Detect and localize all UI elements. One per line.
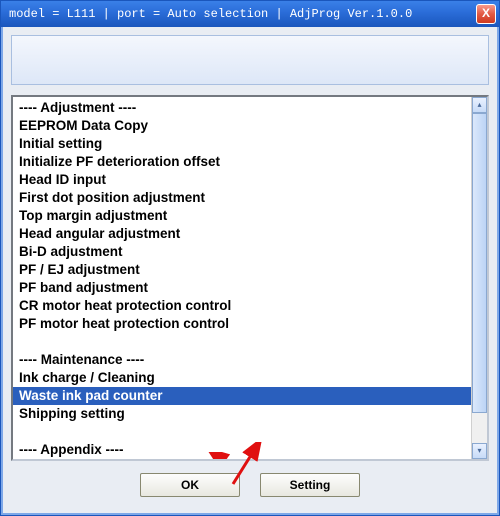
list-item[interactable]: PF motor heat protection control — [17, 315, 471, 333]
list-item[interactable]: ---- Maintenance ---- — [17, 351, 471, 369]
scroll-down-button[interactable]: ▾ — [472, 443, 487, 459]
scrollbar[interactable]: ▴ ▾ — [471, 97, 487, 459]
list-item[interactable]: CR motor heat protection control — [17, 297, 471, 315]
button-row: OK Setting — [11, 469, 489, 501]
list-item[interactable]: Top margin adjustment — [17, 207, 471, 225]
list-item[interactable]: Ink charge / Cleaning — [17, 369, 471, 387]
ok-button[interactable]: OK — [140, 473, 240, 497]
close-icon[interactable]: X — [476, 4, 496, 24]
list-item — [17, 333, 471, 351]
list-item[interactable]: Bi-D adjustment — [17, 243, 471, 261]
client-area: ---- Adjustment ----EEPROM Data CopyInit… — [1, 27, 499, 515]
list-item[interactable]: Waste ink pad counter — [13, 387, 471, 405]
list-item[interactable]: Shipping setting — [17, 405, 471, 423]
list-item[interactable]: Initialize PF deterioration offset — [17, 153, 471, 171]
list-item[interactable]: Initial setting — [17, 135, 471, 153]
setting-button[interactable]: Setting — [260, 473, 360, 497]
list-item[interactable]: PF band adjustment — [17, 279, 471, 297]
titlebar[interactable]: model = L111 | port = Auto selection | A… — [1, 1, 499, 27]
list-item[interactable]: EEPROM Data Copy — [17, 117, 471, 135]
list-item[interactable]: ---- Appendix ---- — [17, 441, 471, 459]
list-item[interactable]: Head angular adjustment — [17, 225, 471, 243]
app-window: model = L111 | port = Auto selection | A… — [0, 0, 500, 516]
scroll-thumb[interactable] — [472, 113, 487, 413]
scroll-up-button[interactable]: ▴ — [472, 97, 487, 113]
top-panel — [11, 35, 489, 85]
list-item[interactable]: Head ID input — [17, 171, 471, 189]
list-items[interactable]: ---- Adjustment ----EEPROM Data CopyInit… — [13, 97, 471, 459]
listbox: ---- Adjustment ----EEPROM Data CopyInit… — [11, 95, 489, 461]
list-item[interactable]: ---- Adjustment ---- — [17, 99, 471, 117]
list-item[interactable]: PF / EJ adjustment — [17, 261, 471, 279]
titlebar-text: model = L111 | port = Auto selection | A… — [9, 7, 412, 21]
list-item[interactable]: First dot position adjustment — [17, 189, 471, 207]
list-item — [17, 423, 471, 441]
